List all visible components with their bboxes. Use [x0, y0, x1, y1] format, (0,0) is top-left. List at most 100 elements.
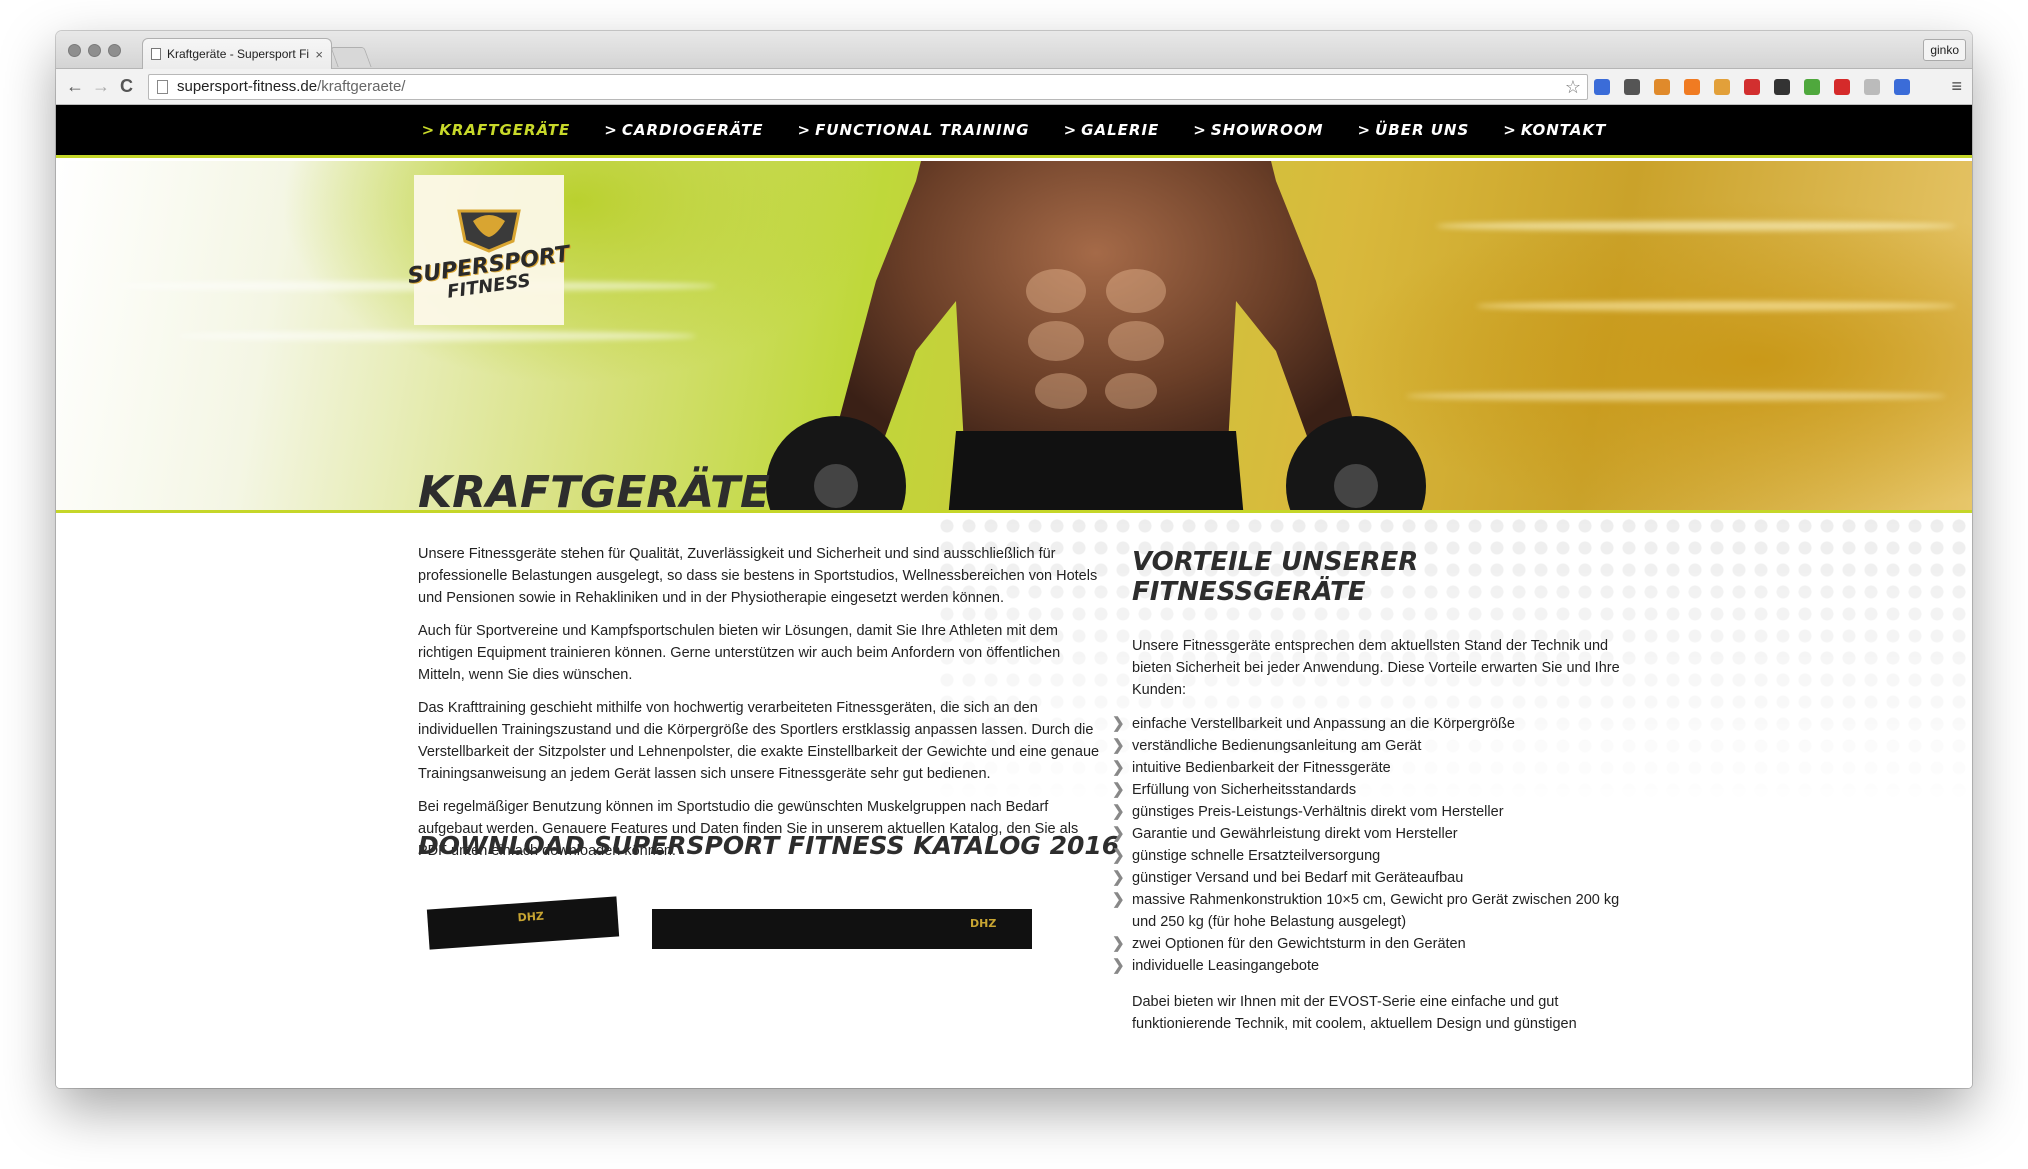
benefit-text: Erfüllung von Sicherheitsstandards — [1132, 782, 1357, 798]
chevron-right-icon: > — [421, 121, 436, 139]
download-heading: DOWNLOAD SUPERSPORT FITNESS KATALOG 2016 — [418, 831, 1120, 860]
nav-item-label: FUNCTIONAL TRAINING — [815, 121, 1030, 139]
page-title: KRAFTGERÄTE — [418, 467, 771, 518]
benefits-heading: VORTEILE UNSERER FITNESSGERÄTE — [1132, 547, 1419, 607]
tab-title: Kraftgeräte - Supersport Fi — [167, 47, 310, 61]
delicious2-icon[interactable] — [1894, 79, 1910, 95]
minimize-window-button[interactable] — [88, 44, 101, 57]
nav-item-3[interactable]: > GALERIE — [1064, 121, 1160, 139]
benefit-item: ❯ individuelle Leasingangebote — [1112, 955, 1642, 977]
rss-icon[interactable] — [1654, 79, 1670, 95]
address-bar[interactable]: supersport-fitness.de/kraftgeraete/ ☆ — [148, 74, 1588, 100]
translate-icon[interactable] — [1864, 79, 1880, 95]
benefit-text: intuitive Bedienbarkeit der Fitnessgerät… — [1132, 760, 1391, 776]
zoom-window-button[interactable] — [108, 44, 121, 57]
page-icon — [151, 48, 161, 60]
nav-item-4[interactable]: > SHOWROOM — [1193, 121, 1323, 139]
chevron-right-icon: > — [1503, 121, 1517, 139]
benefit-item: ❯ Garantie und Gewährleistung direkt vom … — [1112, 823, 1642, 845]
benefits-intro: Unsere Fitnessgeräte entsprechen dem akt… — [1132, 638, 1620, 698]
supersport-logo[interactable]: SUPERSPORT FITNESS — [406, 175, 572, 325]
chevron-right-icon: ❯ — [1112, 715, 1125, 732]
chevron-right-icon: ❯ — [1112, 781, 1125, 798]
benefit-text: verständliche Bedienungsanleitung am Ger… — [1132, 738, 1422, 754]
delicious-icon[interactable] — [1594, 79, 1610, 95]
intro-paragraph: Unsere Fitnessgeräte stehen für Qualität… — [418, 546, 1098, 606]
bookmark-star-icon[interactable]: ☆ — [1565, 75, 1581, 99]
chevron-right-icon: ❯ — [1112, 957, 1125, 974]
nav-item-label: GALERIE — [1081, 121, 1160, 139]
nav-item-label: SHOWROOM — [1210, 121, 1324, 139]
shield-icon — [457, 209, 521, 253]
chevron-right-icon: ❯ — [1112, 847, 1125, 864]
benefits-outro: Dabei bieten wir Ihnen mit der EVOST-Ser… — [1132, 994, 1577, 1032]
benefit-text: individuelle Leasingangebote — [1132, 958, 1320, 974]
chevron-right-icon: > — [1193, 121, 1207, 139]
url-path: /kraftgeraete/ — [317, 78, 406, 95]
nav-item-label: CARDIOGERÄTE — [621, 121, 764, 139]
nav-item-label: KRAFTGERÄTE — [439, 121, 571, 139]
forward-icon[interactable]: → — [92, 75, 110, 97]
browser-tab[interactable]: Kraftgeräte - Supersport Fi × — [142, 38, 332, 69]
chevron-right-icon: ❯ — [1112, 825, 1125, 842]
red-square-icon[interactable] — [1744, 79, 1760, 95]
eyedropper-icon[interactable] — [1624, 79, 1640, 95]
url-domain: supersport-fitness.de — [177, 78, 318, 95]
benefits-column: VORTEILE UNSERER FITNESSGERÄTE Unsere Fi… — [1112, 547, 1642, 1047]
black-star-icon[interactable] — [1774, 79, 1790, 95]
menu-icon[interactable]: ≡ — [1951, 76, 1962, 97]
catalog-brand: DHZ — [517, 909, 545, 925]
benefit-text: einfache Verstellbarkeit und Anpassung a… — [1132, 716, 1515, 732]
intro-text: Unsere Fitnessgeräte stehen für Qualität… — [418, 543, 1108, 873]
chevron-right-icon: ❯ — [1112, 869, 1125, 886]
tab-close-icon[interactable]: × — [315, 47, 323, 62]
chevron-right-icon: > — [604, 121, 618, 139]
benefit-text: Garantie und Gewährleistung direkt vom H… — [1132, 826, 1458, 842]
new-tab-button[interactable] — [330, 47, 372, 67]
chart-icon[interactable] — [1684, 79, 1700, 95]
chevron-right-icon: > — [1357, 121, 1372, 139]
athlete-image — [766, 161, 1426, 510]
benefit-item: ❯ Erfüllung von Sicherheitsstandards — [1112, 779, 1642, 801]
benefit-item: ❯ günstiger Versand und bei Bedarf mit Ge… — [1112, 867, 1642, 889]
nav-item-0[interactable]: > KRAFTGERÄTE — [422, 121, 571, 139]
chevron-right-icon: > — [797, 121, 812, 139]
nav-item-label: KONTAKT — [1520, 121, 1607, 139]
benefit-item: ❯ massive Rahmenkonstruktion 10×5 cm, Gew… — [1112, 889, 1642, 933]
chevron-right-icon: ❯ — [1112, 737, 1125, 754]
benefit-item: ❯ verständliche Bedienungsanleitung am Ge… — [1112, 735, 1642, 757]
catalog-brand: DHZ — [970, 917, 997, 930]
nav-item-label: ÜBER UNS — [1375, 121, 1470, 139]
chevron-right-icon: ❯ — [1112, 935, 1125, 952]
nav-item-6[interactable]: > KONTAKT — [1503, 121, 1606, 139]
nav-item-2[interactable]: > FUNCTIONAL TRAINING — [798, 121, 1030, 139]
catalog-cover-spread[interactable]: DHZ — [652, 909, 1032, 949]
benefit-item: ❯ einfache Verstellbarkeit und Anpassung … — [1112, 713, 1642, 735]
face-icon[interactable] — [1714, 79, 1730, 95]
abp-icon[interactable] — [1834, 79, 1850, 95]
benefit-text: günstige schnelle Ersatzteilversorgung — [1132, 848, 1381, 864]
nav-item-5[interactable]: > ÜBER UNS — [1358, 121, 1470, 139]
chevron-right-icon: ❯ — [1112, 803, 1125, 820]
benefits-list: ❯ einfache Verstellbarkeit und Anpassung … — [1112, 713, 1642, 977]
chevron-right-icon: ❯ — [1112, 891, 1125, 908]
benefit-item: ❯ intuitive Bedienbarkeit der Fitnessgerä… — [1112, 757, 1642, 779]
back-icon[interactable]: ← — [66, 75, 84, 97]
main-navigation: > KRAFTGERÄTE > CARDIOGERÄTE > FUNCTIONAL TRA… — [56, 105, 1972, 158]
intro-paragraph: Auch für Sportvereine und Kampfsportschu… — [418, 623, 1061, 683]
reload-icon[interactable]: C — [120, 75, 133, 97]
benefit-text: günstiges Preis-Leistungs-Verhältnis dir… — [1132, 804, 1504, 820]
profile-button[interactable]: ginko — [1923, 39, 1966, 61]
browser-window: Kraftgeräte - Supersport Fi × ginko ← → … — [56, 31, 1972, 1088]
chevron-right-icon: ❯ — [1112, 759, 1125, 776]
benefit-item: ❯ zwei Optionen für den Gewichtsturm in d… — [1112, 933, 1642, 955]
nav-item-1[interactable]: > CARDIOGERÄTE — [604, 121, 763, 139]
benefit-item: ❯ günstiges Preis-Leistungs-Verhältnis di… — [1112, 801, 1642, 823]
benefit-text: zwei Optionen für den Gewichtsturm in de… — [1132, 936, 1466, 952]
hero-banner: SUPERSPORT FITNESS — [56, 161, 1972, 513]
close-window-button[interactable] — [68, 44, 81, 57]
palette-icon[interactable] — [1804, 79, 1820, 95]
benefit-text: massive Rahmenkonstruktion 10×5 cm, Gewi… — [1132, 892, 1620, 930]
intro-paragraph: Das Krafttraining geschieht mithilfe von… — [418, 700, 1100, 782]
tab-strip: Kraftgeräte - Supersport Fi × ginko — [56, 31, 1972, 69]
